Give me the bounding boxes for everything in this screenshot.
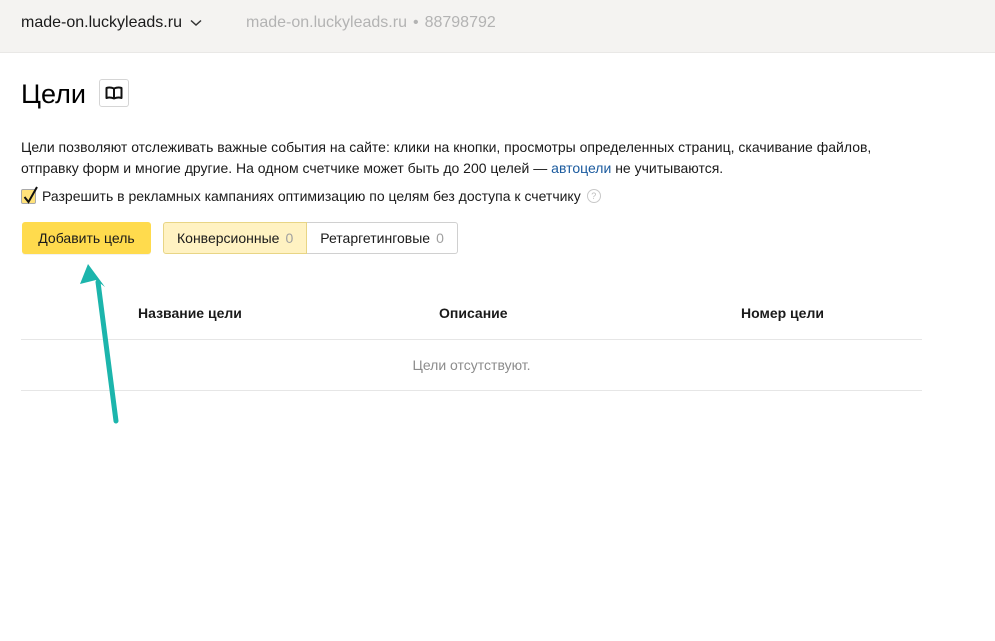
optimization-checkbox[interactable] bbox=[21, 186, 38, 204]
description-text: Цели позволяют отслеживать важные событи… bbox=[21, 139, 872, 176]
empty-state-row: Цели отсутствуют. bbox=[21, 340, 922, 391]
goals-table: Название цели Описание Номер цели Цели о… bbox=[21, 296, 922, 391]
optimization-checkbox-row: Разрешить в рекламных кампаниях оптимиза… bbox=[21, 186, 601, 206]
column-header-description: Описание bbox=[439, 305, 508, 321]
site-selector[interactable]: made-on.luckyleads.ru bbox=[21, 12, 202, 34]
tab-retargeting[interactable]: Ретаргетинговые 0 bbox=[307, 222, 458, 254]
separator: • bbox=[412, 14, 419, 31]
table-header: Название цели Описание Номер цели bbox=[21, 296, 922, 340]
checkmark-icon bbox=[23, 186, 38, 204]
site-name: made-on.luckyleads.ru bbox=[21, 14, 182, 31]
checkbox-label: Разрешить в рекламных кампаниях оптимиза… bbox=[42, 188, 581, 204]
tab-label: Конверсионные bbox=[177, 230, 280, 246]
goal-type-tabs: Конверсионные 0 Ретаргетинговые 0 bbox=[163, 222, 458, 254]
book-icon bbox=[105, 86, 123, 100]
tab-count: 0 bbox=[436, 230, 444, 246]
counter-id: 88798792 bbox=[424, 14, 496, 31]
help-button[interactable] bbox=[99, 79, 129, 107]
tab-conversion[interactable]: Конверсионные 0 bbox=[163, 222, 308, 254]
page-title: Цели bbox=[21, 79, 86, 109]
column-header-number: Номер цели bbox=[741, 305, 824, 321]
top-bar: made-on.luckyleads.ru made-on.luckyleads… bbox=[0, 0, 995, 53]
tab-count: 0 bbox=[285, 230, 294, 246]
add-goal-button[interactable]: Добавить цель bbox=[22, 222, 151, 254]
description-tail: не учитываются. bbox=[611, 160, 724, 176]
column-header-name: Название цели bbox=[138, 305, 242, 321]
autogoals-link[interactable]: автоцели bbox=[551, 160, 611, 176]
tab-label: Ретаргетинговые bbox=[320, 230, 431, 246]
counter-info: made-on.luckyleads.ru • 88798792 bbox=[246, 12, 496, 34]
counter-site: made-on.luckyleads.ru bbox=[246, 14, 407, 31]
chevron-down-icon bbox=[190, 19, 202, 27]
question-icon[interactable]: ? bbox=[586, 189, 601, 203]
goals-description: Цели позволяют отслеживать важные событи… bbox=[21, 137, 921, 179]
